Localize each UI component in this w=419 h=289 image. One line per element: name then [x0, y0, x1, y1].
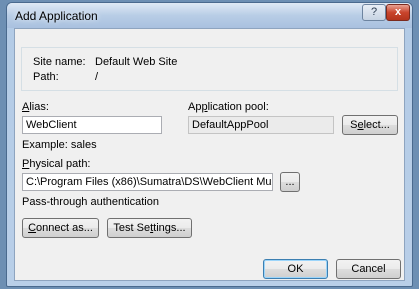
ok-button[interactable]: OK — [263, 259, 328, 279]
authentication-text: Pass-through authentication — [22, 196, 159, 208]
select-pool-button[interactable]: Select... — [342, 115, 398, 135]
physical-path-label: Physical path: — [22, 158, 91, 170]
window-title: Add Application — [15, 9, 98, 23]
path-label: Path: — [33, 71, 59, 83]
site-name-label: Site name: — [33, 56, 86, 68]
site-info-group — [21, 47, 398, 91]
application-pool-field: DefaultAppPool — [188, 116, 334, 134]
dialog-body: Site name: Default Web Site Path: / Alia… — [14, 28, 405, 281]
alias-example: Example: sales — [22, 139, 97, 151]
browse-path-button[interactable]: ... — [280, 172, 300, 192]
application-pool-label: Application pool: — [188, 101, 269, 113]
ellipsis-icon: ... — [285, 176, 295, 188]
title-bar[interactable]: Add Application ? x — [7, 3, 412, 28]
site-name-value: Default Web Site — [95, 56, 178, 68]
add-application-dialog: Add Application ? x Site name: Default W… — [6, 2, 413, 287]
close-button[interactable]: x — [386, 4, 410, 21]
close-icon: x — [394, 6, 402, 18]
physical-path-input[interactable]: C:\Program Files (x86)\Sumatra\DS\WebCli… — [22, 173, 273, 191]
alias-input[interactable]: WebClient — [22, 116, 162, 134]
path-value: / — [95, 71, 99, 83]
test-settings-button[interactable]: Test Settings... — [107, 218, 192, 238]
help-icon: ? — [370, 6, 378, 18]
cancel-button[interactable]: Cancel — [336, 259, 401, 279]
connect-as-button[interactable]: Connect as... — [22, 218, 99, 238]
alias-label: Alias: — [22, 101, 49, 113]
help-button[interactable]: ? — [362, 4, 386, 21]
